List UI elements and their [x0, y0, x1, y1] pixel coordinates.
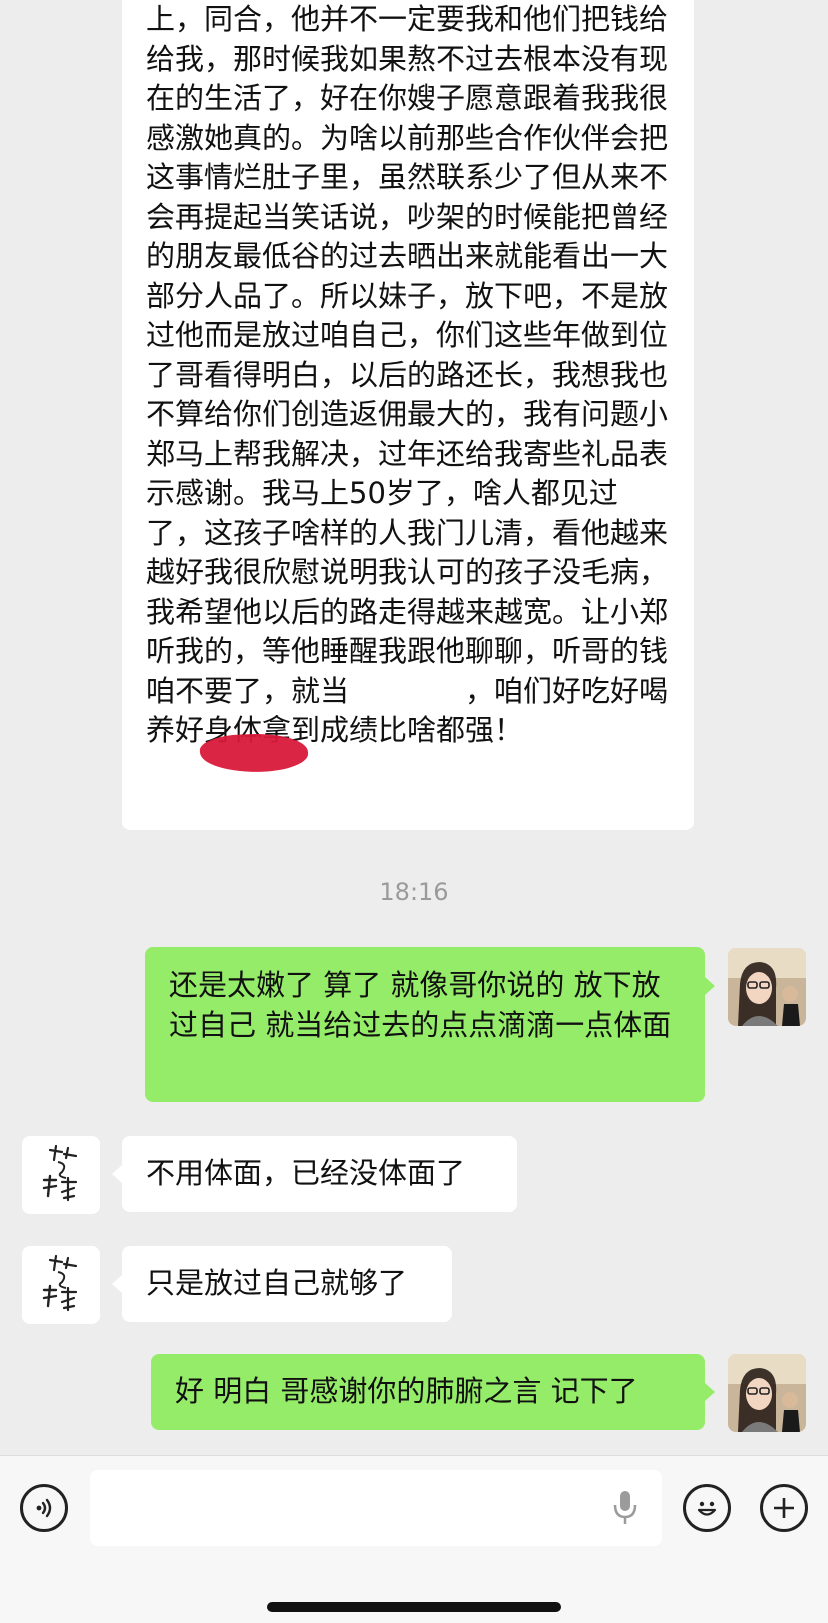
- voice-toggle-button[interactable]: [20, 1484, 68, 1532]
- bubble-tail: [705, 1383, 715, 1401]
- message-bubble-received[interactable]: 上，同合，他并不一定要我和他们把钱给给我，那时候我如果熬不过去根本没有现在的生活…: [122, 0, 694, 830]
- bubble-tail: [112, 1165, 122, 1183]
- input-bar: [0, 1455, 828, 1623]
- home-indicator: [267, 1602, 561, 1612]
- message-bubble-received[interactable]: 不用体面，已经没体面了: [122, 1136, 517, 1212]
- message-input[interactable]: [90, 1470, 662, 1546]
- message-bubble-sent[interactable]: 好 明白 哥感谢你的肺腑之言 记下了: [151, 1354, 705, 1430]
- add-icon: [774, 1498, 794, 1518]
- timestamp: 18:16: [379, 878, 449, 906]
- contact-avatar[interactable]: [22, 1246, 100, 1324]
- message-text: 只是放过自己就够了: [146, 1266, 408, 1300]
- microphone-icon[interactable]: [610, 1488, 640, 1528]
- calligraphy-logo-icon: [42, 1144, 78, 1202]
- emoji-icon: [697, 1501, 717, 1516]
- message-text: 好 明白 哥感谢你的肺腑之言 记下了: [175, 1374, 638, 1408]
- message-bubble-sent[interactable]: 还是太嫩了 算了 就像哥你说的 放下放过自己 就当给过去的点点滴滴一点体面: [145, 947, 705, 1102]
- add-button[interactable]: [760, 1484, 808, 1532]
- bubble-tail: [705, 977, 715, 995]
- message-text: 还是太嫩了 算了 就像哥你说的 放下放过自己 就当给过去的点点滴滴一点体面: [169, 968, 672, 1042]
- emoji-button[interactable]: [683, 1484, 731, 1532]
- message-text: 不用体面，已经没体面了: [146, 1156, 466, 1190]
- bubble-tail: [112, 1275, 122, 1293]
- user-photo-icon: [728, 1354, 806, 1432]
- message-text: 上，同合，他并不一定要我和他们把钱给给我，那时候我如果熬不过去根本没有现在的生活…: [146, 2, 669, 747]
- self-avatar[interactable]: [728, 1354, 806, 1432]
- calligraphy-logo-icon: [42, 1254, 78, 1312]
- message-bubble-received[interactable]: 只是放过自己就够了: [122, 1246, 452, 1322]
- contact-avatar[interactable]: [22, 1136, 100, 1214]
- user-photo-icon: [728, 948, 806, 1026]
- voice-icon: [36, 1498, 52, 1518]
- chat-area[interactable]: 上，同合，他并不一定要我和他们把钱给给我，那时候我如果熬不过去根本没有现在的生活…: [0, 0, 828, 1455]
- self-avatar[interactable]: [728, 948, 806, 1026]
